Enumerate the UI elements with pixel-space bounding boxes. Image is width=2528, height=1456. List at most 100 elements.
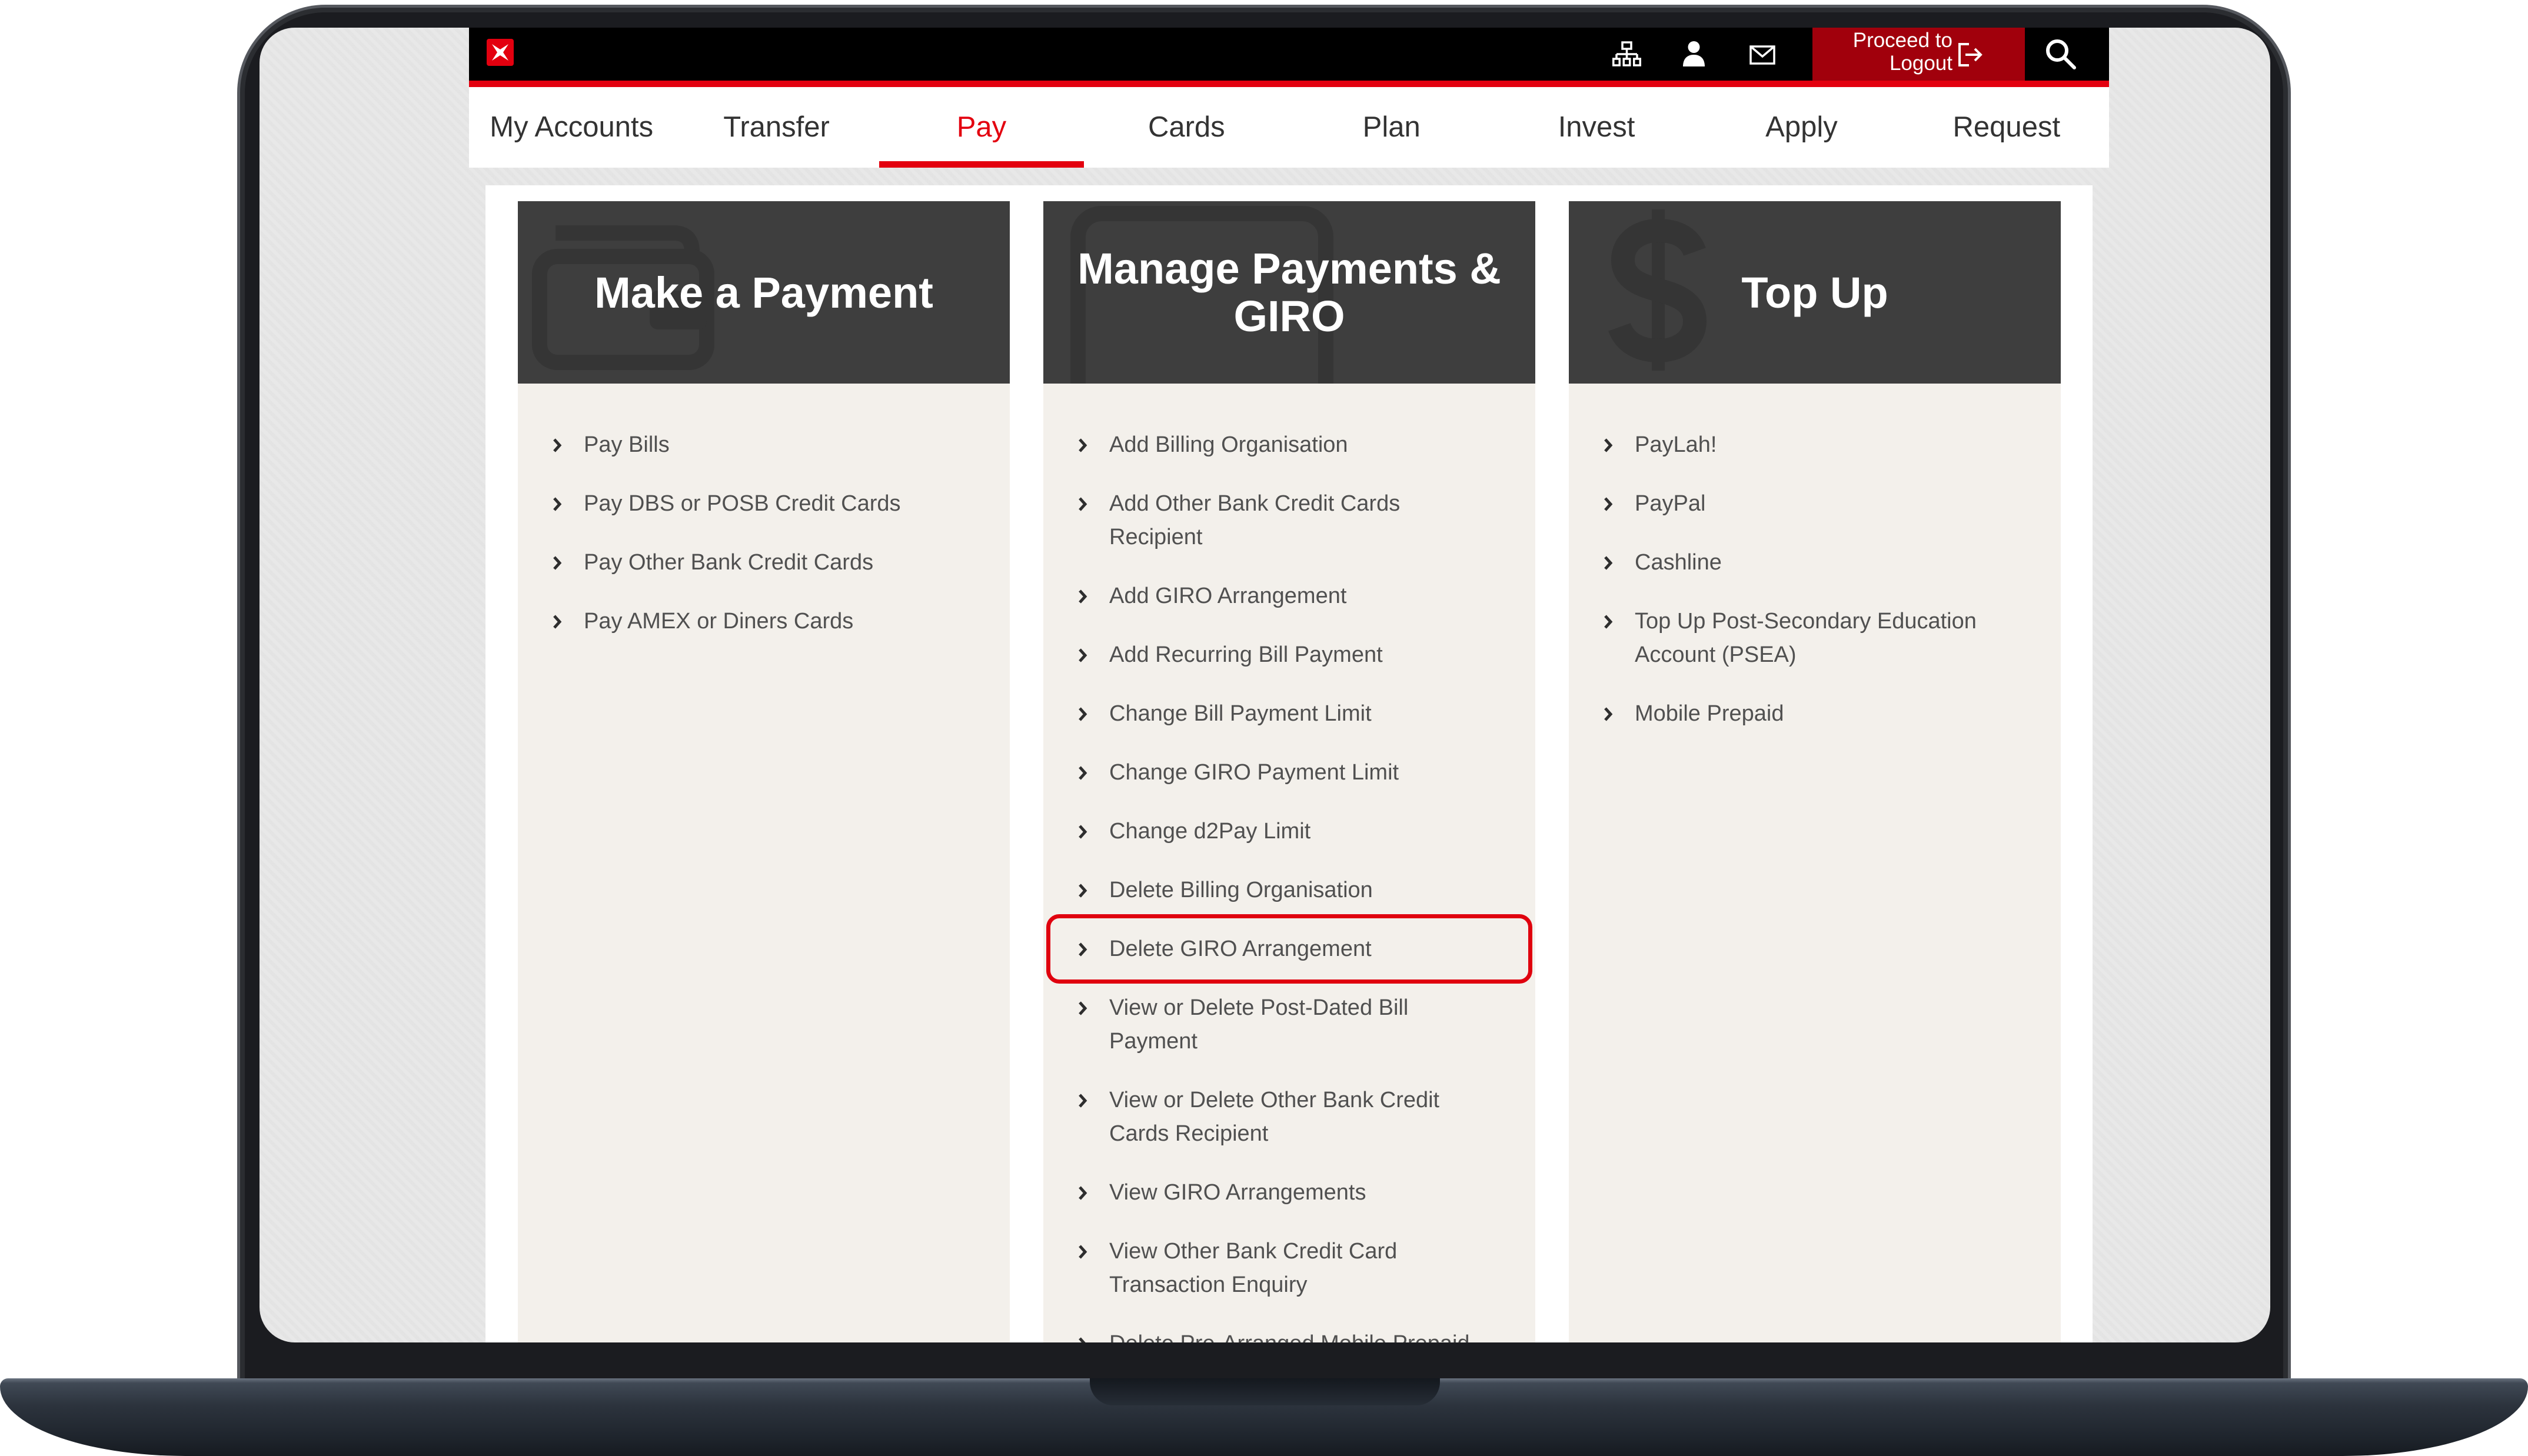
list-item[interactable]: View or Delete Other Bank Credit Cards R… bbox=[1043, 1084, 1465, 1151]
column-manage-payments-giro: Manage Payments & GIRO Add Billing Organ… bbox=[1043, 201, 1535, 1342]
sitemap-icon[interactable] bbox=[1612, 41, 1641, 67]
chevron-right-icon bbox=[1603, 707, 1614, 722]
column-title: Top Up bbox=[1741, 268, 1888, 317]
list-item[interactable]: Change d2Pay Limit bbox=[1043, 815, 1465, 848]
nav-item-transfer[interactable]: Transfer bbox=[674, 87, 879, 168]
list-item[interactable]: View GIRO Arrangements bbox=[1043, 1176, 1465, 1210]
list-item[interactable]: Pay DBS or POSB Credit Cards bbox=[518, 487, 940, 521]
chevron-right-icon bbox=[1077, 1244, 1088, 1260]
list-item[interactable]: Pay AMEX or Diners Cards bbox=[518, 605, 940, 638]
list-item-label: Add GIRO Arrangement bbox=[1109, 584, 1347, 608]
list-item[interactable]: PayLah! bbox=[1569, 428, 1991, 462]
list-item[interactable]: Pay Bills bbox=[518, 428, 940, 462]
list-item-label: Change GIRO Payment Limit bbox=[1109, 760, 1399, 785]
column-header: Make a Payment bbox=[518, 201, 1010, 384]
chevron-right-icon bbox=[1077, 1001, 1088, 1016]
nav-item-label: Invest bbox=[1558, 111, 1635, 143]
nav-item-label: Pay bbox=[956, 111, 1007, 143]
list-item-label: Pay DBS or POSB Credit Cards bbox=[584, 491, 901, 516]
logout-icon bbox=[1958, 43, 1983, 66]
list-item-label: Pay Bills bbox=[584, 432, 670, 457]
list-item[interactable]: Mobile Prepaid bbox=[1569, 697, 1991, 731]
column-title: Make a Payment bbox=[594, 268, 933, 317]
list-item-label: Delete Billing Organisation bbox=[1109, 878, 1373, 902]
list-item[interactable]: Add Recurring Bill Payment bbox=[1043, 638, 1465, 672]
list-item[interactable]: Add GIRO Arrangement bbox=[1043, 579, 1465, 613]
dollar-icon bbox=[1608, 209, 1707, 371]
column-body: Add Billing Organisation Add Other Bank C… bbox=[1043, 384, 1535, 1342]
main-nav: My Accounts Transfer Pay Cards Plan Inve… bbox=[469, 87, 2109, 168]
nav-item-label: Cards bbox=[1147, 111, 1225, 143]
logout-label-line2: Logout bbox=[1889, 52, 1952, 75]
link-list: Add Billing Organisation Add Other Bank C… bbox=[1043, 428, 1535, 1342]
list-item[interactable]: View or Delete Post-Dated Bill Payment bbox=[1043, 991, 1465, 1058]
search-icon[interactable] bbox=[2044, 38, 2077, 70]
nav-item-apply[interactable]: Apply bbox=[1699, 87, 1904, 168]
nav-item-request[interactable]: Request bbox=[1904, 87, 2109, 168]
logout-label-line1: Proceed to bbox=[1852, 29, 1952, 52]
list-item[interactable]: Pay Other Bank Credit Cards bbox=[518, 546, 940, 579]
nav-item-invest[interactable]: Invest bbox=[1494, 87, 1699, 168]
chevron-right-icon bbox=[1077, 765, 1088, 781]
nav-item-label: Plan bbox=[1362, 111, 1421, 143]
list-item[interactable]: Change GIRO Payment Limit bbox=[1043, 756, 1465, 789]
nav-item-label: Request bbox=[1952, 111, 2061, 143]
list-item-label: Pay Other Bank Credit Cards bbox=[584, 550, 874, 575]
link-list: Pay Bills Pay DBS or POSB Credit Cards Pay… bbox=[518, 428, 1010, 638]
laptop-screen: Proceed to Logout My Accounts Transfer P… bbox=[260, 28, 2270, 1342]
chevron-right-icon bbox=[1077, 497, 1088, 512]
list-item-label: View or Delete Other Bank Credit Cards R… bbox=[1109, 1088, 1440, 1146]
chevron-right-icon bbox=[1077, 1337, 1088, 1342]
chevron-right-icon bbox=[1603, 555, 1614, 571]
chevron-right-icon bbox=[1077, 824, 1088, 839]
list-item-label: View Other Bank Credit Card Transaction … bbox=[1109, 1239, 1398, 1297]
list-item-label: Change Bill Payment Limit bbox=[1109, 701, 1372, 726]
chevron-right-icon bbox=[552, 555, 563, 571]
column-make-a-payment: Make a Payment Pay Bills Pay DBS or POSB … bbox=[518, 201, 1010, 1342]
list-item-label: PayLah! bbox=[1635, 432, 1717, 457]
list-item[interactable]: Change Bill Payment Limit bbox=[1043, 697, 1465, 731]
list-item-label: Delete Pre-Arranged Mobile Prepaid bbox=[1109, 1331, 1470, 1342]
chevron-right-icon bbox=[1077, 707, 1088, 722]
chevron-right-icon bbox=[1603, 497, 1614, 512]
list-item[interactable]: View Other Bank Credit Card Transaction … bbox=[1043, 1235, 1465, 1302]
chevron-right-icon bbox=[1077, 942, 1088, 957]
list-item[interactable]: Delete Billing Organisation bbox=[1043, 874, 1465, 907]
nav-item-my-accounts[interactable]: My Accounts bbox=[469, 87, 674, 168]
nav-item-cards[interactable]: Cards bbox=[1084, 87, 1289, 168]
list-item-label: PayPal bbox=[1635, 491, 1706, 516]
list-item-label: Change d2Pay Limit bbox=[1109, 819, 1311, 844]
laptop-hinge-notch bbox=[1090, 1378, 1440, 1405]
list-item[interactable]: Add Other Bank Credit Cards Recipient bbox=[1043, 487, 1465, 554]
chevron-right-icon bbox=[552, 497, 563, 512]
list-item[interactable]: Add Billing Organisation bbox=[1043, 428, 1465, 462]
chevron-right-icon bbox=[1603, 614, 1614, 629]
user-icon[interactable] bbox=[1682, 41, 1706, 66]
logout-label: Proceed to Logout bbox=[1853, 29, 1952, 75]
list-item[interactable]: PayPal bbox=[1569, 487, 1991, 521]
list-item-label: Cashline bbox=[1635, 550, 1722, 575]
chevron-right-icon bbox=[1603, 438, 1614, 453]
list-item[interactable]: Delete Pre-Arranged Mobile Prepaid bbox=[1043, 1327, 1470, 1342]
chevron-right-icon bbox=[1077, 1093, 1088, 1108]
list-item[interactable]: Top Up Post-Secondary Education Account … bbox=[1569, 605, 1991, 672]
nav-item-label: Apply bbox=[1765, 111, 1838, 143]
list-item-label: Add Other Bank Credit Cards Recipient bbox=[1109, 491, 1401, 549]
mail-icon[interactable] bbox=[1749, 45, 1775, 65]
column-header: Top Up bbox=[1569, 201, 2061, 384]
chevron-right-icon bbox=[1077, 883, 1088, 898]
logout-button[interactable]: Proceed to Logout bbox=[1812, 28, 2025, 81]
list-item-label: Add Billing Organisation bbox=[1109, 432, 1348, 457]
chevron-right-icon bbox=[1077, 589, 1088, 604]
nav-item-pay[interactable]: Pay bbox=[879, 87, 1085, 168]
list-item-label: Add Recurring Bill Payment bbox=[1109, 642, 1383, 667]
dbs-logo-icon[interactable] bbox=[487, 39, 514, 66]
nav-item-plan[interactable]: Plan bbox=[1289, 87, 1494, 168]
list-item[interactable]: Cashline bbox=[1569, 546, 1991, 579]
list-item-label: Pay AMEX or Diners Cards bbox=[584, 609, 854, 634]
list-item[interactable]: Delete GIRO Arrangement bbox=[1043, 914, 1532, 984]
column-body: PayLah! PayPal Cashline Top Up Post-Seconda… bbox=[1569, 384, 2061, 1342]
column-title: Manage Payments & GIRO bbox=[1077, 244, 1501, 341]
chevron-right-icon bbox=[1077, 1185, 1088, 1201]
chevron-right-icon bbox=[1077, 648, 1088, 663]
